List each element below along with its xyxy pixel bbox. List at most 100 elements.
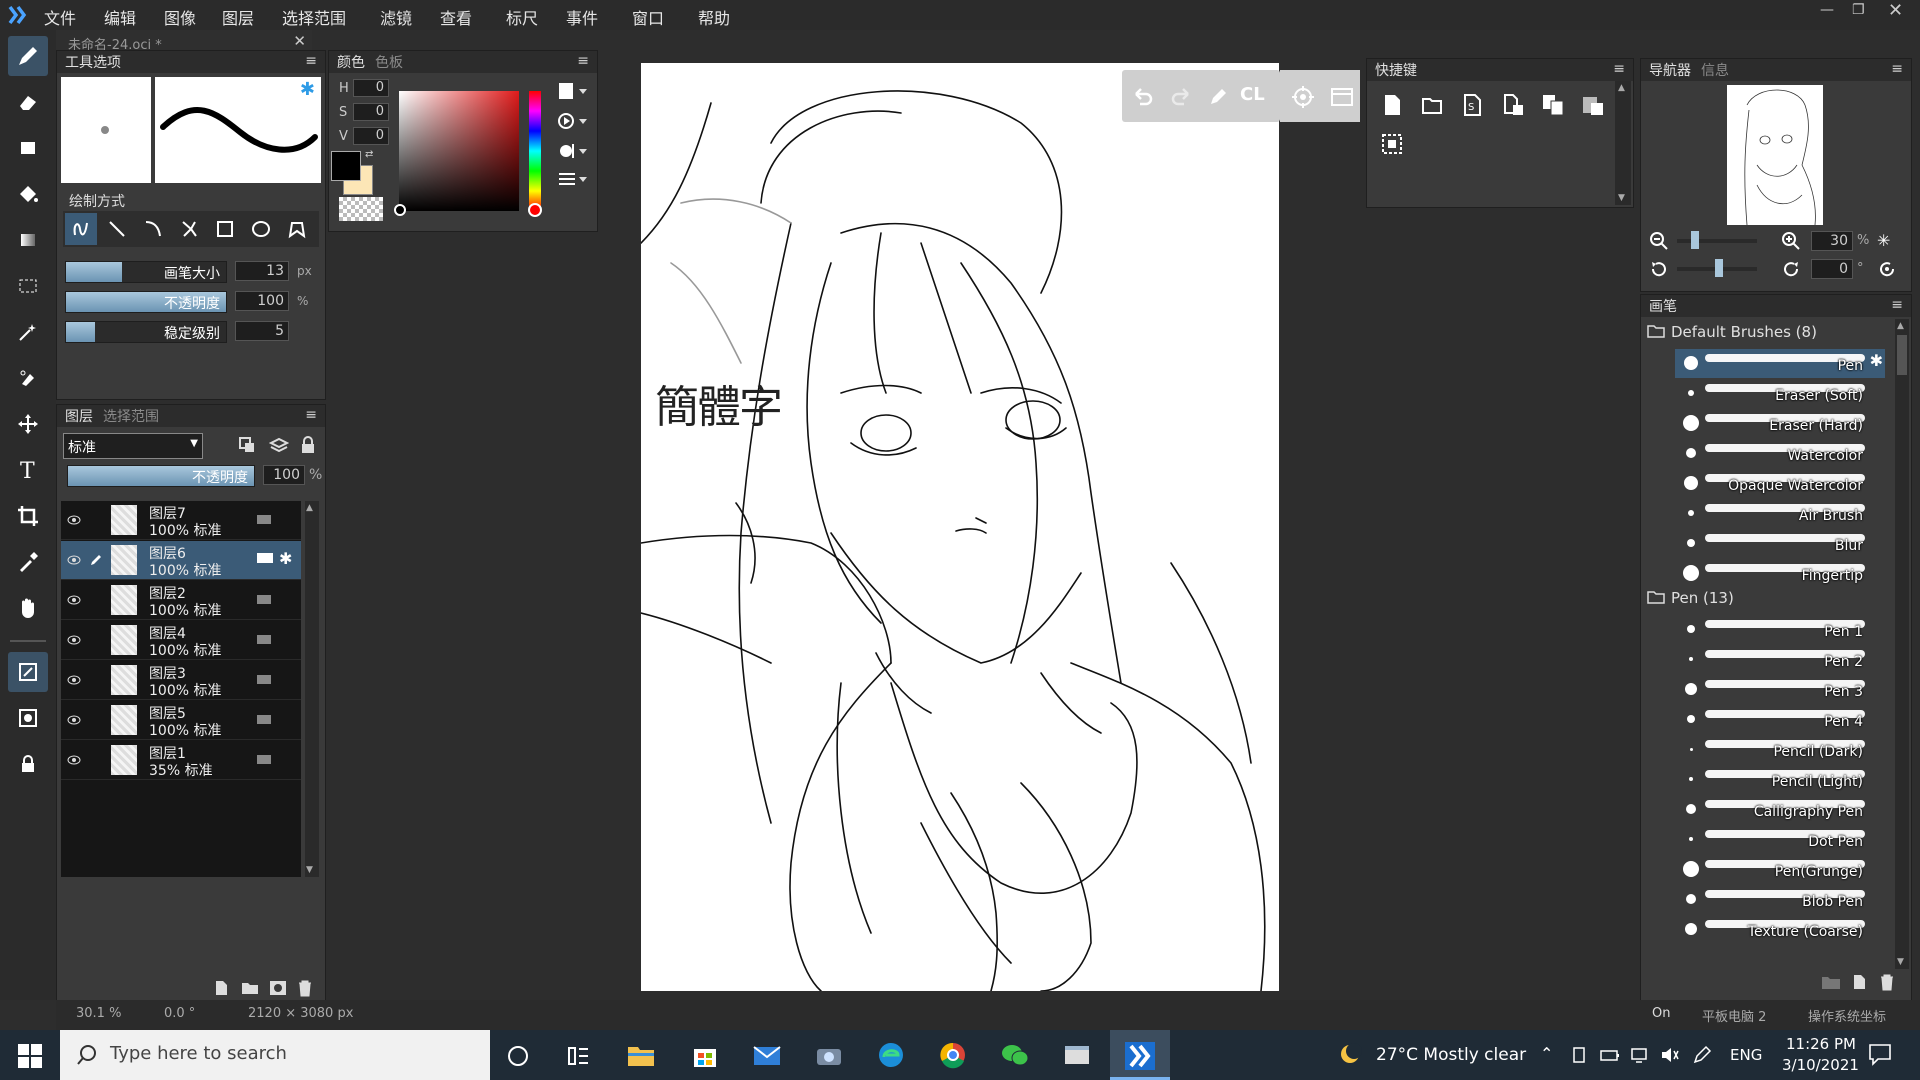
layer-row[interactable]: 图层2 100% 标准 bbox=[61, 581, 301, 620]
battery-icon[interactable] bbox=[1600, 1046, 1620, 1068]
weather-text[interactable]: 27°C Mostly clear bbox=[1376, 1045, 1526, 1065]
volume-icon[interactable] bbox=[1660, 1046, 1680, 1068]
zoom-in-icon[interactable] bbox=[1781, 231, 1801, 255]
hue-slider-handle[interactable] bbox=[528, 203, 542, 217]
zoom-slider[interactable] bbox=[1677, 231, 1757, 249]
s-input[interactable]: 0 bbox=[353, 103, 389, 121]
blend-mode-select[interactable]: 标准 ▼ bbox=[63, 433, 203, 459]
v-input[interactable]: 0 bbox=[353, 127, 389, 145]
notification-icon[interactable] bbox=[1868, 1042, 1892, 1070]
menu-event[interactable]: 事件 bbox=[566, 5, 598, 29]
eye-icon[interactable] bbox=[67, 634, 81, 650]
menu-ruler[interactable]: 标尺 bbox=[506, 5, 538, 29]
scroll-down-icon[interactable]: ▼ bbox=[306, 865, 313, 875]
mask-icon[interactable] bbox=[269, 979, 287, 1001]
layer-row[interactable]: 图层7 100% 标准 bbox=[61, 501, 301, 540]
document-tab[interactable]: 未命名-24.oci * ✕ bbox=[56, 30, 312, 53]
hand-tool-icon[interactable] bbox=[8, 588, 48, 628]
polygon-mode-icon[interactable] bbox=[281, 213, 313, 245]
eye-icon[interactable] bbox=[67, 514, 81, 530]
fill-tool-icon[interactable] bbox=[8, 174, 48, 214]
move-tool-icon[interactable] bbox=[8, 404, 48, 444]
minimize-icon[interactable]: — bbox=[1820, 2, 1834, 18]
tab-palette[interactable]: 色板 bbox=[375, 52, 403, 72]
input-language[interactable]: ENG bbox=[1730, 1046, 1762, 1064]
delete-brush-icon[interactable] bbox=[1879, 973, 1895, 995]
menu-image[interactable]: 图像 bbox=[164, 5, 196, 29]
select-pen-tool-icon[interactable] bbox=[8, 358, 48, 398]
stabilizer-input[interactable]: 5 bbox=[235, 321, 289, 341]
eye-icon[interactable] bbox=[67, 594, 81, 610]
brush-item[interactable]: Opaque Watercolor bbox=[1675, 469, 1885, 498]
eye-icon[interactable] bbox=[67, 554, 81, 570]
timeline-icon[interactable] bbox=[566, 1044, 590, 1072]
menu-help[interactable]: 帮助 bbox=[698, 5, 730, 29]
layer-row[interactable]: 图层4 100% 标准 bbox=[61, 621, 301, 660]
weather-moon-icon[interactable] bbox=[1338, 1042, 1362, 1070]
window-icon[interactable] bbox=[1330, 86, 1354, 112]
eye-icon[interactable] bbox=[67, 714, 81, 730]
new-brush-folder-icon[interactable] bbox=[1821, 973, 1841, 995]
hue-slider[interactable] bbox=[528, 91, 542, 217]
brush-item[interactable]: Pencil (Light) bbox=[1675, 765, 1885, 794]
panel-menu-icon[interactable]: ≡ bbox=[305, 53, 317, 69]
panel-menu-icon[interactable]: ≡ bbox=[1891, 297, 1903, 313]
brush-item[interactable]: Blob Pen bbox=[1675, 885, 1885, 914]
clear-layer-button[interactable]: CL bbox=[1240, 84, 1265, 105]
reset-rotation-icon[interactable] bbox=[1877, 259, 1897, 283]
store-icon[interactable] bbox=[690, 1041, 720, 1069]
color-slot-icon[interactable] bbox=[557, 141, 591, 161]
brush-item[interactable]: Pen ✱ bbox=[1675, 349, 1885, 378]
new-brush-icon[interactable] bbox=[1851, 973, 1867, 995]
status-tablet[interactable]: 平板电脑 2 bbox=[1702, 1006, 1766, 1025]
opacity-input[interactable]: 100 bbox=[235, 291, 289, 311]
menu-edit[interactable]: 编辑 bbox=[104, 5, 136, 29]
tray-device-icon[interactable] bbox=[1570, 1046, 1588, 1068]
saturation-value-picker[interactable] bbox=[394, 91, 519, 216]
brush-item[interactable]: Eraser (Soft) bbox=[1675, 379, 1885, 408]
brush-item[interactable]: Air Brush bbox=[1675, 499, 1885, 528]
edge-icon[interactable] bbox=[876, 1041, 906, 1069]
menu-view[interactable]: 查看 bbox=[440, 5, 472, 29]
color-list-icon[interactable] bbox=[557, 169, 591, 189]
undo-icon[interactable] bbox=[1132, 86, 1154, 110]
layer-row[interactable]: 图层1 35% 标准 bbox=[61, 741, 301, 780]
sv-picker-handle[interactable] bbox=[394, 204, 406, 216]
export-file-icon[interactable] bbox=[1501, 93, 1525, 121]
text-tool-icon[interactable]: T bbox=[8, 450, 48, 490]
color-mode-dropdown[interactable] bbox=[557, 81, 591, 101]
brush-item[interactable]: Pen 3 bbox=[1675, 675, 1885, 704]
layer-opacity-input[interactable]: 100 bbox=[263, 465, 305, 485]
h-input[interactable]: 0 bbox=[353, 79, 389, 97]
new-file-icon[interactable] bbox=[1381, 93, 1403, 121]
zoom-fit-icon[interactable]: ✳ bbox=[1877, 231, 1890, 250]
menu-filter[interactable]: 滤镜 bbox=[380, 5, 412, 29]
menu-file[interactable]: 文件 bbox=[44, 5, 76, 29]
palm-rejection-icon[interactable] bbox=[8, 698, 48, 738]
select-rect-tool-icon[interactable] bbox=[8, 266, 48, 306]
color-wheel-toggle-icon[interactable] bbox=[557, 111, 591, 131]
brush-item[interactable]: Blur bbox=[1675, 529, 1885, 558]
brush-list-scrollbar[interactable]: ▲ ▼ bbox=[1895, 319, 1909, 969]
select-all-icon[interactable] bbox=[1381, 133, 1403, 159]
brush-item[interactable]: Pen(Grunge) bbox=[1675, 855, 1885, 884]
eraser-tool-icon[interactable] bbox=[8, 82, 48, 122]
eye-icon[interactable] bbox=[67, 754, 81, 770]
layer-row[interactable]: 图层5 100% 标准 bbox=[61, 701, 301, 740]
tab-info[interactable]: 信息 bbox=[1701, 60, 1729, 80]
tab-layers[interactable]: 图层 bbox=[65, 406, 93, 426]
eyedropper-tool-icon[interactable] bbox=[8, 542, 48, 582]
scroll-up-icon[interactable]: ▲ bbox=[1618, 83, 1625, 93]
navigator-thumbnail[interactable] bbox=[1727, 85, 1823, 226]
layer-list-scrollbar[interactable]: ▲ ▼ bbox=[305, 501, 319, 877]
gear-icon[interactable]: ✱ bbox=[1870, 351, 1883, 370]
brush-item[interactable]: Texture (Coarse) bbox=[1675, 915, 1885, 944]
rotation-input[interactable]: 0 bbox=[1811, 259, 1853, 279]
zoom-input[interactable]: 30 bbox=[1811, 231, 1853, 251]
chevron-up-icon[interactable]: ⌃ bbox=[1540, 1044, 1553, 1063]
layer-row[interactable]: 图层3 100% 标准 bbox=[61, 661, 301, 700]
brush-group-header[interactable]: Pen (13) bbox=[1647, 589, 1734, 608]
primary-color-swatch[interactable] bbox=[331, 151, 361, 181]
shortcuts-scrollbar[interactable]: ▲ ▼ bbox=[1615, 81, 1631, 205]
delete-layer-icon[interactable] bbox=[297, 979, 313, 1001]
